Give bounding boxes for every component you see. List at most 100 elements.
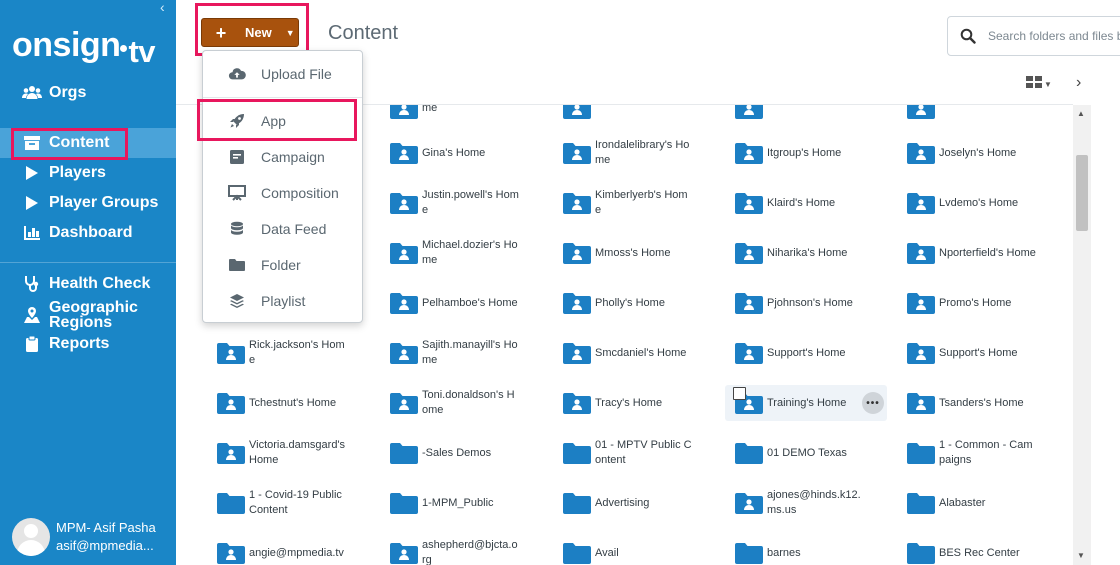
content-highlight-box: [11, 128, 128, 160]
folder-item[interactable]: Pelhamboe's Home: [390, 285, 520, 321]
nav-players[interactable]: Players: [0, 158, 176, 188]
folder-name: Itgroup's Home: [767, 146, 842, 159]
folder-item[interactable]: ajones@hinds.k12.ms.us: [735, 485, 865, 521]
folder-item[interactable]: Michael.dozier's Home: [390, 235, 520, 271]
home-folder-icon: [217, 392, 245, 414]
folder-item[interactable]: 01 DEMO Texas: [735, 435, 865, 471]
folder-item[interactable]: [907, 105, 1037, 126]
menu-item-playlist[interactable]: Playlist: [203, 283, 362, 319]
user-email: asif@mpmedia...: [56, 538, 154, 553]
folder-item[interactable]: Itgroup's Home: [735, 135, 865, 171]
folder-item[interactable]: Tchestnut's Home: [217, 385, 347, 421]
folder-item[interactable]: Klaird's Home: [735, 185, 865, 221]
app-highlight-box: [197, 99, 357, 141]
chevron-right-icon[interactable]: ›: [1076, 74, 1081, 92]
folder-item[interactable]: Irondalelibrary's Home: [563, 135, 693, 171]
folder-item[interactable]: -Sales Demos: [390, 435, 520, 471]
search-input[interactable]: [988, 29, 1120, 43]
home-folder-icon: [563, 342, 591, 364]
folder-item[interactable]: Gina's Home: [390, 135, 520, 171]
folder-icon: [228, 256, 246, 274]
folder-item[interactable]: Rick.jackson's Home: [217, 335, 347, 371]
folder-item[interactable]: Niharika's Home: [735, 235, 865, 271]
folder-item[interactable]: Kimberlyerb's Home: [563, 185, 693, 221]
folder-item[interactable]: Support's Home: [907, 335, 1037, 371]
scroll-up-arrow-icon[interactable]: ▲: [1077, 109, 1085, 118]
collapse-sidebar-icon[interactable]: ‹: [160, 0, 174, 14]
nav-geographic-regions[interactable]: Geographic Regions: [0, 298, 176, 332]
home-folder-icon: [390, 105, 418, 119]
nav-reports[interactable]: Reports: [0, 329, 176, 359]
folder-item[interactable]: Lvdemo's Home: [907, 185, 1037, 221]
menu-item-folder-label: Folder: [261, 257, 301, 273]
folder-item[interactable]: Nporterfield's Home: [907, 235, 1037, 271]
select-checkbox[interactable]: [733, 387, 746, 400]
menu-item-playlist-label: Playlist: [261, 293, 306, 309]
folder-item[interactable]: BES Rec Center: [907, 535, 1037, 565]
folder-item[interactable]: 1 - Covid-19 Public Content: [217, 485, 347, 521]
nav-dashboard[interactable]: Dashboard: [0, 218, 176, 248]
home-folder-icon: [735, 105, 763, 119]
home-folder-icon: [735, 192, 763, 214]
folder-item[interactable]: me: [390, 105, 520, 126]
nav-orgs[interactable]: Orgs: [0, 78, 176, 108]
folder-item[interactable]: Advertising: [563, 485, 693, 521]
folder-item[interactable]: Promo's Home: [907, 285, 1037, 321]
folder-item[interactable]: Smcdaniel's Home: [563, 335, 693, 371]
scroll-down-arrow-icon[interactable]: ▼: [1077, 551, 1085, 560]
folder-item[interactable]: [563, 105, 693, 126]
folder-item[interactable]: barnes: [735, 535, 865, 565]
folder-item[interactable]: Tsanders's Home: [907, 385, 1037, 421]
folder-item[interactable]: Justin.powell's Home: [390, 185, 520, 221]
home-folder-icon: [563, 192, 591, 214]
home-folder-icon: [563, 105, 591, 119]
scrollbar-thumb[interactable]: [1076, 155, 1088, 231]
home-folder-icon: [390, 342, 418, 364]
folder-name: ashepherd@bjcta.org: [422, 539, 518, 565]
campaign-icon: [228, 148, 246, 166]
folder-item[interactable]: Avail: [563, 535, 693, 565]
scrollbar[interactable]: ▲ ▼: [1073, 105, 1091, 565]
folder-item[interactable]: Joselyn's Home: [907, 135, 1037, 171]
folder-item[interactable]: Pholly's Home: [563, 285, 693, 321]
more-options-icon[interactable]: •••: [862, 392, 884, 414]
menu-item-composition[interactable]: Composition: [203, 175, 362, 211]
folder-name: Michael.dozier's Home: [422, 239, 518, 266]
folder-item[interactable]: Pjohnson's Home: [735, 285, 865, 321]
app-root: ‹ onsign tv Orgs Content Players Player …: [0, 0, 1120, 565]
user-profile[interactable]: MPM- Asif Pasha asif@mpmedia...: [12, 515, 176, 559]
menu-item-data-feed[interactable]: Data Feed: [203, 211, 362, 247]
folder-item[interactable]: ashepherd@bjcta.org: [390, 535, 520, 565]
folder-item[interactable]: 1 - Common - Campaigns: [907, 435, 1037, 471]
folder-icon: [217, 492, 245, 514]
caret-down-icon: ▼: [1044, 79, 1052, 89]
folder-name: Pelhamboe's Home: [422, 296, 518, 309]
folder-item[interactable]: 01 - MPTV Public Content: [563, 435, 693, 471]
folder-item[interactable]: [735, 105, 865, 126]
folder-item[interactable]: angie@mpmedia.tv: [217, 535, 347, 565]
folder-item[interactable]: Toni.donaldson's Home: [390, 385, 520, 421]
folder-item[interactable]: 1-MPM_Public: [390, 485, 520, 521]
onsign-logo[interactable]: onsign tv: [12, 26, 156, 72]
folder-item[interactable]: Support's Home: [735, 335, 865, 371]
nav-player-groups[interactable]: Player Groups: [0, 188, 176, 218]
menu-item-upload-file[interactable]: Upload File: [203, 56, 362, 92]
search-box[interactable]: [947, 16, 1120, 56]
home-folder-icon: [217, 542, 245, 564]
view-toggle-button[interactable]: ▼: [1026, 76, 1056, 92]
folder-name: 01 - MPTV Public Content: [595, 439, 692, 466]
folder-item[interactable]: Sajith.manayill's Home: [390, 335, 520, 371]
nav-health-check[interactable]: Health Check: [0, 269, 176, 299]
menu-item-folder[interactable]: Folder: [203, 247, 362, 283]
folder-item[interactable]: Tracy's Home: [563, 385, 693, 421]
folder-name: Gina's Home: [422, 146, 486, 159]
folder-name: Alabaster: [939, 496, 986, 509]
database-icon: [228, 220, 246, 238]
folder-item[interactable]: Victoria.damsgard's Home: [217, 435, 347, 471]
folder-item[interactable]: Training's Home •••: [725, 385, 887, 421]
folder-item[interactable]: Mmoss's Home: [563, 235, 693, 271]
folder-name: Support's Home: [767, 346, 846, 359]
menu-item-campaign[interactable]: Campaign: [203, 139, 362, 175]
folder-name: Pholly's Home: [595, 296, 665, 309]
folder-item[interactable]: Alabaster: [907, 485, 1037, 521]
